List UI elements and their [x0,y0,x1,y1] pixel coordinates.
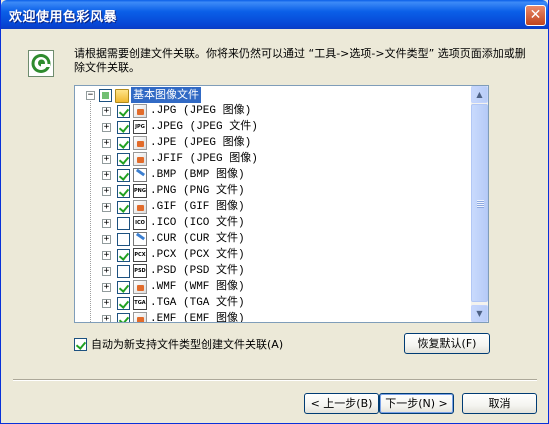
expand-toggle[interactable]: + [102,123,111,132]
file-type-label[interactable]: .JPEG (JPEG 文件) [150,119,258,135]
file-type-label[interactable]: .GIF (GIF 图像) [150,199,245,215]
expand-toggle[interactable]: + [102,219,111,228]
file-type-label[interactable]: .ICO (ICO 文件) [150,215,245,231]
image-file-icon [133,152,147,166]
file-type-checkbox[interactable] [117,169,130,182]
auto-associate-checkbox[interactable] [74,338,87,351]
intro-text: 请根据需要创建文件关联。你将来仍然可以通过 “工具->选项->文件类型” 选项页… [74,47,526,74]
expand-toggle[interactable]: + [102,235,111,244]
tree-row[interactable]: + .JPG (JPEG 图像) [75,103,471,119]
file-type-checkbox[interactable] [117,217,130,230]
file-type-label[interactable]: .CUR (CUR 文件) [150,231,245,247]
bmp-file-icon [133,232,147,246]
file-type-checkbox[interactable] [117,121,130,134]
restore-default-button[interactable]: 恢复默认(F) [404,333,490,354]
scroll-down-button[interactable]: ▼ [471,305,488,322]
tree-row[interactable]: + PNG .PNG (PNG 文件) [75,183,471,199]
root-checkbox[interactable] [99,89,112,102]
expand-toggle[interactable]: + [102,107,111,116]
grip-icon [477,200,484,208]
file-type-label[interactable]: .JPG (JPEG 图像) [150,103,251,119]
file-type-label[interactable]: .WMF (WMF 图像) [150,279,245,295]
file-type-label[interactable]: .EMF (EMF 图像) [150,311,245,322]
file-type-checkbox[interactable] [117,105,130,118]
expand-toggle[interactable]: + [102,187,111,196]
tree-row[interactable]: + .JPE (JPEG 图像) [75,135,471,151]
file-type-label[interactable]: .TGA (TGA 文件) [150,295,245,311]
file-type-checkbox[interactable] [117,281,130,294]
expand-toggle[interactable]: + [102,315,111,322]
scroll-up-button[interactable]: ▲ [471,86,488,103]
scrollbar-thumb[interactable] [471,104,488,302]
tree-row[interactable]: + TGA .TGA (TGA 文件) [75,295,471,311]
file-type-checkbox[interactable] [117,313,130,322]
next-button[interactable]: 下一步(N) > [379,393,454,414]
auto-associate-label[interactable]: 自动为新支持文件类型创建文件关联(A) [91,338,283,351]
tree-row[interactable]: + .BMP (BMP 图像) [75,167,471,183]
tree-row[interactable]: + .EMF (EMF 图像) [75,311,471,322]
tga-file-icon: TGA [133,296,147,310]
close-button[interactable]: ✕ [525,5,546,26]
file-type-label[interactable]: .PNG (PNG 文件) [150,183,245,199]
tree-row[interactable]: + ICO .ICO (ICO 文件) [75,215,471,231]
file-type-checkbox[interactable] [117,185,130,198]
image-file-icon [133,136,147,150]
expand-toggle[interactable]: + [102,203,111,212]
file-type-tree[interactable]: − 基本图像文件 + .JPG (JPEG 图像) + JPG .JPEG (JPEG … [74,85,489,323]
file-type-checkbox[interactable] [117,233,130,246]
expand-toggle[interactable]: + [102,283,111,292]
file-type-label[interactable]: .JFIF (JPEG 图像) [150,151,258,167]
file-type-label[interactable]: .PSD (PSD 文件) [150,263,245,279]
cancel-button[interactable]: 取消 [462,393,537,414]
image-file-icon [133,280,147,294]
expand-toggle[interactable]: + [102,139,111,148]
image-file-icon [133,200,147,214]
psd-file-icon: PSD [133,264,147,278]
separator [13,379,537,381]
image-file-icon [133,312,147,322]
tree-root-label[interactable]: 基本图像文件 [131,87,201,103]
png-file-icon: PNG [133,184,147,198]
expand-toggle[interactable]: + [102,171,111,180]
folder-icon [115,89,129,103]
expand-toggle[interactable]: + [102,299,111,308]
wizard-window: 欢迎使用色彩风暴 ✕ 请根据需要创建文件关联。你将来仍然可以通过 “工具->选项… [0,0,549,424]
file-type-label[interactable]: .JPE (JPEG 图像) [150,135,251,151]
app-logo-icon [28,50,54,77]
file-type-checkbox[interactable] [117,137,130,150]
vertical-scrollbar[interactable]: ▲ ▼ [471,86,488,322]
window-title: 欢迎使用色彩风暴 [9,10,118,25]
image-file-icon [133,104,147,118]
tree-view[interactable]: − 基本图像文件 + .JPG (JPEG 图像) + JPG .JPEG (JPEG … [75,86,471,322]
tree-row[interactable]: + .WMF (WMF 图像) [75,279,471,295]
tree-row[interactable]: + JPG .JPEG (JPEG 文件) [75,119,471,135]
tree-row[interactable]: + .GIF (GIF 图像) [75,199,471,215]
ico-file-icon: ICO [133,216,147,230]
expand-toggle[interactable]: + [102,155,111,164]
tree-root-row[interactable]: − 基本图像文件 [75,87,471,103]
back-button[interactable]: < 上一步(B) [304,393,379,414]
expand-toggle[interactable]: + [102,267,111,276]
tree-row[interactable]: + .CUR (CUR 文件) [75,231,471,247]
file-type-checkbox[interactable] [117,249,130,262]
tree-row[interactable]: + PCX .PCX (PCX 文件) [75,247,471,263]
expand-toggle[interactable]: + [102,251,111,260]
pcx-file-icon: PCX [133,248,147,262]
file-type-label[interactable]: .PCX (PCX 文件) [150,247,245,263]
file-type-label[interactable]: .BMP (BMP 图像) [150,167,245,183]
file-type-checkbox[interactable] [117,265,130,278]
file-type-checkbox[interactable] [117,201,130,214]
tree-row[interactable]: + PSD .PSD (PSD 文件) [75,263,471,279]
file-type-checkbox[interactable] [117,153,130,166]
file-type-checkbox[interactable] [117,297,130,310]
title-bar[interactable]: 欢迎使用色彩风暴 ✕ [1,0,548,29]
jpg-file-icon: JPG [133,120,147,134]
tree-row[interactable]: + .JFIF (JPEG 图像) [75,151,471,167]
collapse-toggle[interactable]: − [86,91,95,100]
bmp-file-icon [133,168,147,182]
